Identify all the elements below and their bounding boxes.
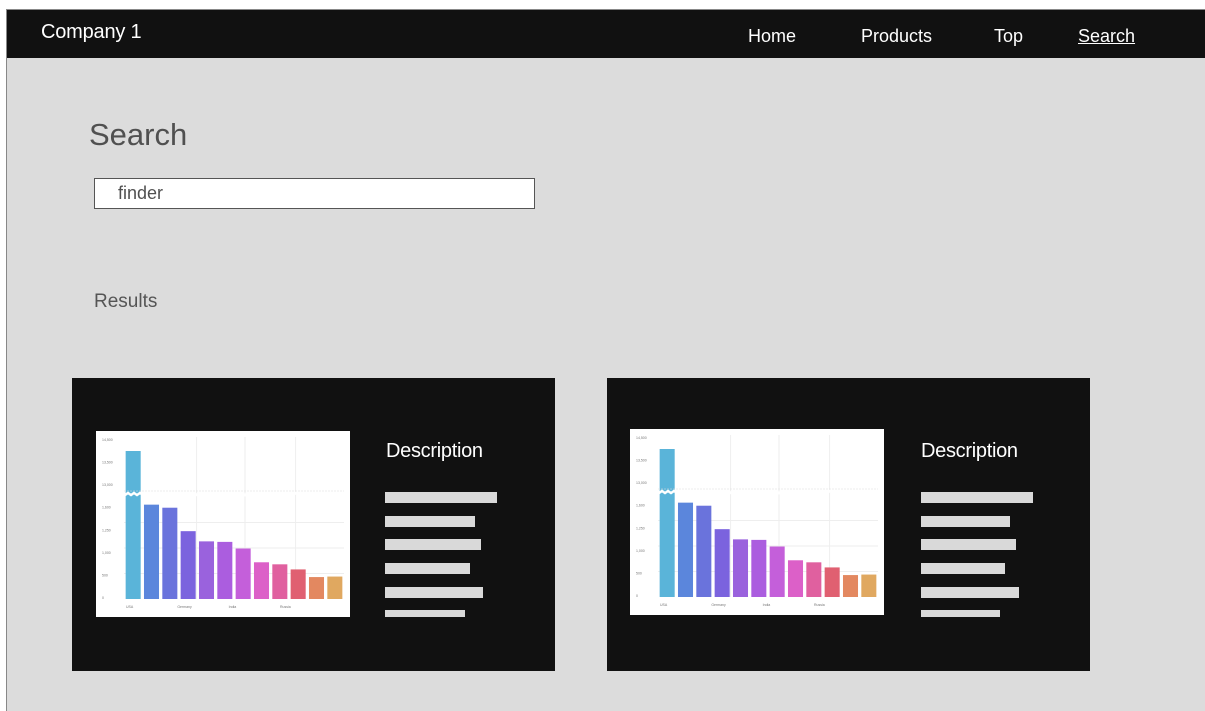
- chart-bar: [769, 546, 785, 597]
- chart-bar: [806, 562, 822, 597]
- description-placeholder-line: [385, 492, 497, 503]
- description-placeholder-line: [921, 516, 1010, 527]
- chart-bar: [732, 539, 749, 597]
- description-placeholder-line: [921, 539, 1016, 550]
- results-heading: Results: [94, 291, 158, 312]
- result-description-title-1: Description: [386, 440, 483, 462]
- x-tick-label: Russia: [280, 605, 291, 609]
- y-tick-label: 0: [102, 596, 104, 600]
- description-placeholder-line: [385, 610, 465, 617]
- axis-break-line: [121, 491, 348, 497]
- y-tick-label: 1,000: [636, 549, 645, 553]
- description-placeholder-line: [385, 539, 481, 550]
- description-placeholder-line: [385, 563, 470, 574]
- chart-bar: [677, 502, 694, 597]
- y-tick-label: 13,500: [636, 459, 647, 463]
- chart-bar: [327, 576, 343, 599]
- x-tick-label: Germany: [177, 605, 192, 609]
- result-thumbnail-2[interactable]: 14,500 13,500 13,000 1,600 1,250 1,000 500 0 USA…: [630, 429, 884, 615]
- y-tick-label: 1,250: [636, 526, 645, 530]
- result-description-title-2: Description: [921, 440, 1018, 462]
- nav-link-top[interactable]: Top: [994, 26, 1023, 47]
- chart-bar: [659, 449, 675, 597]
- y-tick-label: 1,600: [636, 504, 645, 508]
- chart-bar: [824, 567, 840, 597]
- y-tick-label: 14,500: [102, 438, 113, 442]
- chart-bar: [751, 539, 767, 597]
- axis-break-line: [655, 489, 882, 495]
- nav-link-search[interactable]: Search: [1078, 26, 1135, 47]
- y-tick-label: 0: [636, 594, 638, 598]
- brand-logo[interactable]: Company 1: [41, 21, 142, 44]
- nav-link-home[interactable]: Home: [748, 26, 796, 47]
- chart-bar: [180, 531, 196, 599]
- chart-bar: [787, 560, 804, 597]
- y-tick-label: 14,500: [636, 436, 647, 440]
- chart-bar: [308, 577, 325, 599]
- chart-bar: [253, 562, 270, 599]
- x-tick-label: Germany: [711, 603, 726, 607]
- y-tick-label: 500: [636, 571, 642, 575]
- description-placeholder-line: [385, 516, 475, 527]
- chart-bar: [217, 541, 233, 599]
- description-placeholder-line: [385, 587, 483, 598]
- chart-bar: [272, 564, 288, 599]
- result-thumbnail-1[interactable]: 14,500 13,500 13,000 1,600 1,250 1,000 500 0 USA…: [96, 431, 350, 617]
- top-navbar: Company 1 Home Products Top Search: [7, 10, 1205, 58]
- chart-bar: [714, 529, 730, 597]
- x-tick-label: Russia: [814, 603, 825, 607]
- y-tick-label: 13,000: [102, 483, 113, 487]
- bar-chart-thumbnail-icon: 14,500 13,500 13,000 1,600 1,250 1,000 500 0 USA…: [102, 437, 348, 609]
- page-frame: Company 1 Home Products Top Search Searc…: [6, 9, 1205, 711]
- x-tick-label: India: [229, 605, 237, 609]
- description-placeholder-line: [921, 563, 1005, 574]
- y-tick-label: 1,000: [102, 551, 111, 555]
- y-tick-label: 13,500: [102, 461, 113, 465]
- y-tick-label: 500: [102, 573, 108, 577]
- bar-chart-thumbnail-icon: 14,500 13,500 13,000 1,600 1,250 1,000 500 0 USA…: [636, 435, 882, 607]
- chart-bar: [235, 548, 251, 599]
- chart-bar: [198, 541, 215, 599]
- description-placeholder-line: [921, 610, 1000, 617]
- y-tick-label: 1,600: [102, 506, 111, 510]
- x-tick-label: USA: [660, 603, 668, 607]
- chart-bar: [125, 451, 141, 599]
- description-placeholder-line: [921, 587, 1019, 598]
- page-title: Search: [89, 117, 188, 152]
- nav-link-products[interactable]: Products: [861, 26, 932, 47]
- result-card-1[interactable]: 14,500 13,500 13,000 1,600 1,250 1,000 500 0 USA…: [72, 378, 555, 671]
- chart-bar: [696, 505, 712, 597]
- x-tick-label: India: [763, 603, 771, 607]
- chart-bar: [861, 574, 877, 597]
- result-card-2[interactable]: 14,500 13,500 13,000 1,600 1,250 1,000 500 0 USA…: [607, 378, 1090, 671]
- chart-bar: [143, 504, 160, 599]
- y-tick-label: 1,250: [102, 528, 111, 532]
- description-placeholder-line: [921, 492, 1033, 503]
- x-tick-label: USA: [126, 605, 134, 609]
- chart-bar: [290, 569, 306, 599]
- chart-bar: [162, 507, 178, 599]
- chart-bar: [842, 575, 859, 597]
- y-tick-label: 13,000: [636, 481, 647, 485]
- search-input[interactable]: [94, 178, 535, 209]
